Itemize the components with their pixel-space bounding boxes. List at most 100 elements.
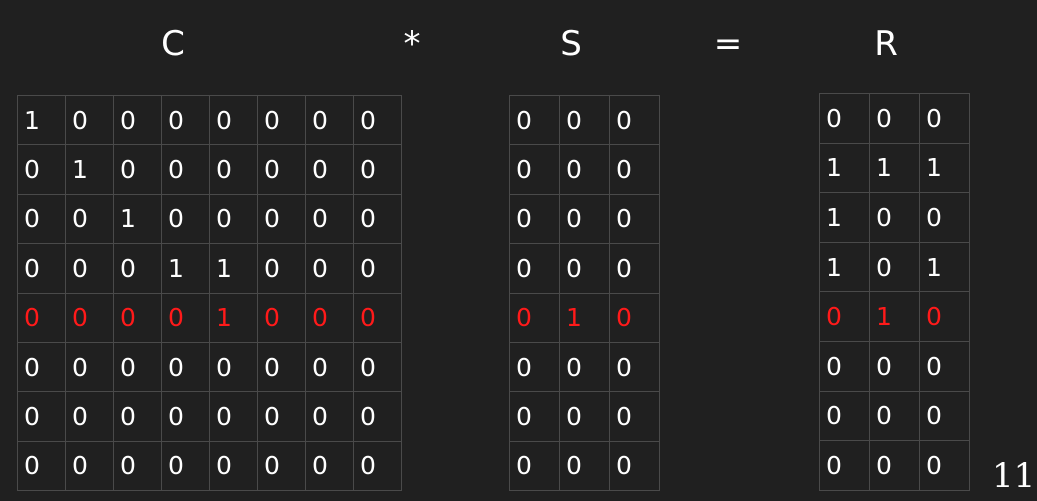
matrix-c-cell: 0 xyxy=(353,144,402,195)
matrix-c-cell: 0 xyxy=(305,391,354,442)
matrix-c-cell: 0 xyxy=(161,440,210,492)
matrix-c-cell: 0 xyxy=(161,292,210,343)
matrix-c-cell: 0 xyxy=(257,144,306,195)
matrix-c-cell: 0 xyxy=(17,144,66,195)
matrix-c-cell: 0 xyxy=(305,292,354,343)
matrix-c-cell: 0 xyxy=(305,193,354,245)
matrix-c-cell: 0 xyxy=(17,391,66,442)
matrix-c-row: 01000000 xyxy=(17,144,402,195)
matrix-r-cell: 1 xyxy=(819,192,870,243)
matrix-c-cell: 0 xyxy=(161,94,210,146)
matrix-c-cell: 0 xyxy=(65,193,114,245)
matrix-c-cell: 0 xyxy=(113,94,162,146)
matrix-c-cell: 0 xyxy=(353,391,402,442)
matrix-s-label: S xyxy=(560,24,582,64)
matrix-s-row: 000 xyxy=(509,193,660,245)
matrix-s-cell: 0 xyxy=(559,144,610,195)
matrix-s-row: 000 xyxy=(509,341,660,393)
matrix-r-cell: 0 xyxy=(819,291,870,342)
matrix-c-cell: 0 xyxy=(209,391,258,442)
matrix-c-cell: 0 xyxy=(257,243,306,294)
matrix-r-cell: 0 xyxy=(919,192,970,243)
matrix-s-row: 000 xyxy=(509,243,660,294)
matrix-s-cell: 0 xyxy=(509,144,560,195)
matrix-s-cell: 0 xyxy=(609,292,660,343)
matrix-c-cell: 0 xyxy=(305,440,354,492)
matrix-c-cell: 0 xyxy=(17,341,66,393)
matrix-s-cell: 0 xyxy=(509,243,560,294)
matrix-s-cell: 0 xyxy=(509,440,560,492)
matrix-s-cell: 0 xyxy=(559,440,610,492)
matrix-c-cell: 0 xyxy=(65,440,114,492)
matrix-c-cell: 0 xyxy=(305,243,354,294)
matrix-c-cell: 1 xyxy=(113,193,162,245)
matrix-c-cell: 0 xyxy=(113,292,162,343)
matrix-r-cell: 0 xyxy=(869,440,920,491)
matrix-s-cell: 0 xyxy=(509,292,560,343)
matrix-r-cell: 1 xyxy=(819,142,870,194)
matrix-c: 1000000001000000001000000001100000001000… xyxy=(17,94,402,492)
matrix-c-cell: 0 xyxy=(353,94,402,146)
matrix-c-cell: 0 xyxy=(305,341,354,393)
matrix-c-cell: 1 xyxy=(209,243,258,294)
matrix-c-cell: 0 xyxy=(65,243,114,294)
matrix-c-row: 00000000 xyxy=(17,440,402,492)
matrix-r-cell: 0 xyxy=(869,192,920,243)
matrix-r-cell: 0 xyxy=(919,390,970,442)
matrix-r-cell: 0 xyxy=(819,440,870,491)
matrix-s-cell: 0 xyxy=(609,440,660,492)
matrix-s-cell: 0 xyxy=(509,94,560,146)
matrix-c-cell: 1 xyxy=(209,292,258,343)
matrix-r-cell: 0 xyxy=(869,340,920,392)
matrix-s-cell: 0 xyxy=(609,193,660,245)
matrix-s-cell: 0 xyxy=(559,341,610,393)
matrix-c-cell: 0 xyxy=(305,94,354,146)
matrix-s-cell: 0 xyxy=(609,391,660,442)
matrix-r-cell: 1 xyxy=(869,142,920,194)
matrix-c-row: 00011000 xyxy=(17,243,402,294)
matrix-r-cell: 0 xyxy=(919,440,970,491)
matrix-r-row: 000 xyxy=(819,390,970,442)
matrix-c-cell: 0 xyxy=(353,292,402,343)
matrix-s-cell: 0 xyxy=(509,341,560,393)
matrix-c-cell: 0 xyxy=(17,193,66,245)
matrix-c-cell: 0 xyxy=(353,193,402,245)
matrix-r-label: R xyxy=(874,24,898,64)
matrix-r-cell: 0 xyxy=(869,390,920,442)
matrix-c-cell: 1 xyxy=(161,243,210,294)
matrix-s-cell: 0 xyxy=(509,391,560,442)
matrix-s-row: 000 xyxy=(509,391,660,442)
equals-operator: = xyxy=(713,24,743,64)
matrix-c-cell: 0 xyxy=(17,243,66,294)
matrix-c-cell: 0 xyxy=(161,193,210,245)
matrix-r-row: 010 xyxy=(819,291,970,342)
matrix-r-cell: 0 xyxy=(819,390,870,442)
matrix-r-cell: 0 xyxy=(919,291,970,342)
matrix-r-cell: 0 xyxy=(869,93,920,144)
matrix-c-cell: 0 xyxy=(17,292,66,343)
matrix-s-row: 000 xyxy=(509,144,660,195)
matrix-c-cell: 1 xyxy=(65,144,114,195)
matrix-c-cell: 0 xyxy=(65,341,114,393)
matrix-s-row: 000 xyxy=(509,440,660,492)
matrix-c-cell: 0 xyxy=(353,440,402,492)
matrix-c-cell: 0 xyxy=(209,440,258,492)
matrix-s-cell: 0 xyxy=(559,243,610,294)
matrix-c-cell: 0 xyxy=(65,292,114,343)
matrix-c-cell: 0 xyxy=(161,391,210,442)
matrix-c-cell: 0 xyxy=(113,391,162,442)
matrix-c-cell: 0 xyxy=(209,193,258,245)
matrix-s-row: 010 xyxy=(509,292,660,343)
matrix-c-cell: 0 xyxy=(65,391,114,442)
matrix-c-row: 00001000 xyxy=(17,292,402,343)
matrix-r-cell: 0 xyxy=(869,241,920,293)
matrix-c-row: 00000000 xyxy=(17,341,402,393)
matrix-c-cell: 0 xyxy=(113,243,162,294)
matrix-s-cell: 0 xyxy=(609,144,660,195)
matrix-c-cell: 0 xyxy=(257,94,306,146)
matrix-r-row: 000 xyxy=(819,440,970,491)
matrix-c-cell: 1 xyxy=(17,94,66,146)
matrix-c-row: 00000000 xyxy=(17,391,402,442)
matrix-c-row: 00100000 xyxy=(17,193,402,245)
matrix-r: 000111100101010000000000 xyxy=(819,93,970,491)
